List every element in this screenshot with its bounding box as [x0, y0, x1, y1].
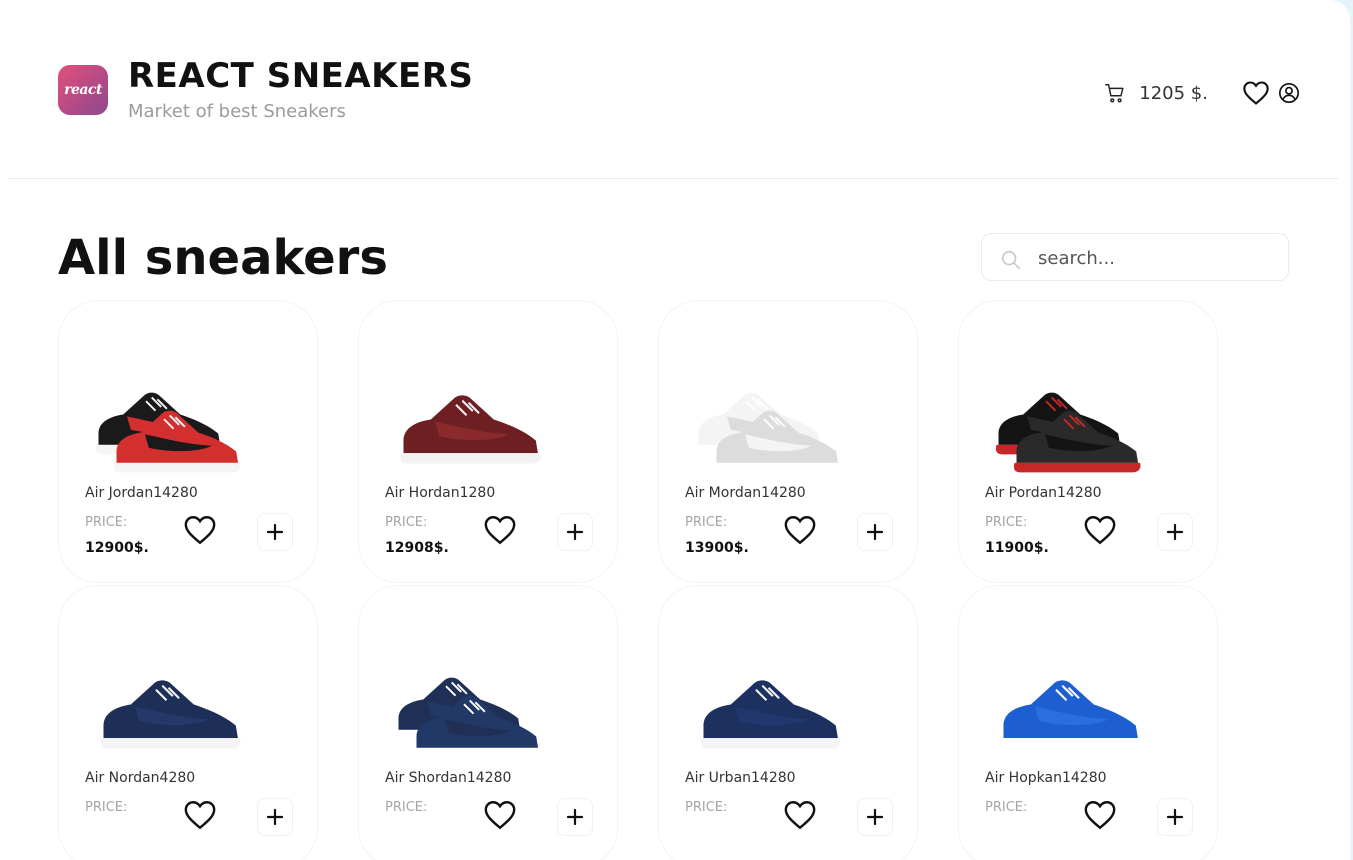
header-actions: 1205 $.	[1104, 78, 1300, 108]
search-block	[981, 233, 1289, 281]
like-heart-icon[interactable]	[183, 514, 217, 546]
product-image	[685, 612, 853, 769]
like-heart-icon[interactable]	[483, 514, 517, 546]
cart-total[interactable]: 1205 $.	[1139, 83, 1208, 104]
product-card[interactable]: Air Mordan14280 PRICE: 13900$.	[658, 300, 918, 583]
product-card[interactable]: Air Hordan1280 PRICE: 12908$.	[358, 300, 618, 583]
product-name: Air Nordan4280	[85, 770, 196, 786]
product-price: 12900$.	[85, 540, 149, 556]
search-icon	[1001, 250, 1021, 270]
like-heart-icon[interactable]	[783, 799, 817, 831]
product-name: Air Shordan14280	[385, 770, 512, 786]
add-to-cart-button[interactable]	[857, 798, 893, 836]
product-card[interactable]: Air Urban14280 PRICE:	[658, 585, 918, 860]
cart-icon[interactable]	[1104, 82, 1126, 104]
add-to-cart-button[interactable]	[1157, 798, 1193, 836]
product-image	[85, 612, 253, 769]
plus-icon	[1166, 523, 1184, 541]
plus-icon	[566, 523, 584, 541]
price-label: PRICE:	[85, 800, 128, 815]
product-image	[685, 327, 853, 484]
product-name: Air Mordan14280	[685, 485, 806, 501]
product-image	[385, 327, 553, 484]
product-price: 13900$.	[685, 540, 749, 556]
app-window: react REACT SNEAKERS Market of best Snea…	[0, 0, 1350, 860]
product-name: Air Hopkan14280	[985, 770, 1107, 786]
add-to-cart-button[interactable]	[1157, 513, 1193, 551]
product-name: Air Pordan14280	[985, 485, 1102, 501]
price-label: PRICE:	[85, 515, 128, 530]
header: react REACT SNEAKERS Market of best Snea…	[8, 0, 1338, 179]
product-name: Air Urban14280	[685, 770, 796, 786]
price-label: PRICE:	[685, 800, 728, 815]
product-name: Air Jordan14280	[85, 485, 198, 501]
add-to-cart-button[interactable]	[557, 513, 593, 551]
plus-icon	[566, 808, 584, 826]
price-label: PRICE:	[985, 800, 1028, 815]
favorites-heart-icon[interactable]	[1242, 80, 1270, 106]
like-heart-icon[interactable]	[1083, 799, 1117, 831]
product-price: 12908$.	[385, 540, 449, 556]
product-image	[985, 327, 1153, 484]
like-heart-icon[interactable]	[783, 514, 817, 546]
product-card[interactable]: Air Pordan14280 PRICE: 11900$.	[958, 300, 1218, 583]
product-image	[385, 612, 553, 769]
add-to-cart-button[interactable]	[257, 798, 293, 836]
user-profile-icon[interactable]	[1278, 82, 1300, 104]
add-to-cart-button[interactable]	[257, 513, 293, 551]
product-name: Air Hordan1280	[385, 485, 496, 501]
product-image	[985, 612, 1153, 769]
product-card[interactable]: Air Jordan14280 PRICE: 12900$.	[58, 300, 318, 583]
brand-title: REACT SNEAKERS	[128, 56, 474, 96]
page-title: All sneakers	[58, 230, 388, 286]
search-input[interactable]	[1036, 242, 1280, 274]
price-label: PRICE:	[985, 515, 1028, 530]
price-label: PRICE:	[385, 515, 428, 530]
plus-icon	[266, 808, 284, 826]
plus-icon	[266, 523, 284, 541]
logo: react	[58, 65, 108, 115]
plus-icon	[866, 523, 884, 541]
logo-text: react	[64, 82, 102, 98]
product-card[interactable]: Air Nordan4280 PRICE:	[58, 585, 318, 860]
plus-icon	[866, 808, 884, 826]
like-heart-icon[interactable]	[483, 799, 517, 831]
product-card[interactable]: Air Shordan14280 PRICE:	[358, 585, 618, 860]
plus-icon	[1166, 808, 1184, 826]
like-heart-icon[interactable]	[1083, 514, 1117, 546]
like-heart-icon[interactable]	[183, 799, 217, 831]
add-to-cart-button[interactable]	[857, 513, 893, 551]
add-to-cart-button[interactable]	[557, 798, 593, 836]
price-label: PRICE:	[385, 800, 428, 815]
price-label: PRICE:	[685, 515, 728, 530]
product-price: 11900$.	[985, 540, 1049, 556]
product-card[interactable]: Air Hopkan14280 PRICE:	[958, 585, 1218, 860]
brand-subtitle: Market of best Sneakers	[128, 101, 346, 122]
product-image	[85, 327, 253, 484]
